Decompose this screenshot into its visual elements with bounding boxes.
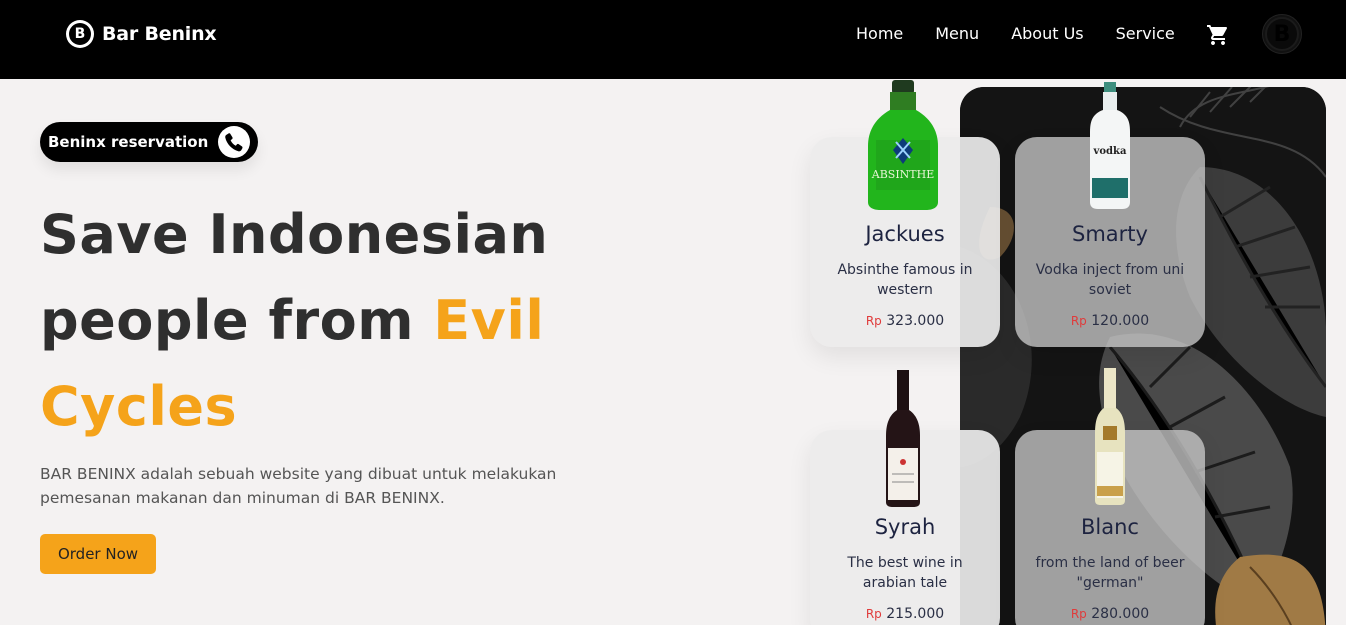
blanc-wine-bottle-image [1095, 368, 1125, 505]
svg-text:vodka: vodka [1093, 146, 1127, 157]
avatar-icon: B [1265, 17, 1299, 51]
cart-icon[interactable] [1206, 23, 1230, 47]
price-currency: Rp [1070, 314, 1087, 328]
hero-title-accent-evil: Evil [433, 289, 545, 352]
product-description: The best wine in arabian tale [847, 555, 963, 591]
price-currency: Rp [865, 607, 882, 621]
brand-name: Bar Beninx [102, 23, 217, 45]
order-now-button[interactable]: Order Now [40, 534, 156, 574]
hero-title-line-2: people from [40, 289, 434, 352]
product-name: Syrah [874, 515, 936, 539]
product-price: Rp 120.000 [1015, 313, 1205, 329]
price-value: 323.000 [886, 313, 945, 329]
price-value: 215.000 [886, 606, 945, 622]
nav-links: Home Menu About Us Service [856, 24, 1175, 43]
hero-title-accent-cycles: Cycles [40, 375, 238, 438]
product-price: Rp 280.000 [1015, 606, 1205, 622]
nav-link-menu[interactable]: Menu [935, 24, 979, 43]
avatar[interactable]: B [1262, 14, 1302, 54]
product-description: Absinthe famous in western [837, 262, 973, 298]
brand-logo-letter: B [69, 23, 91, 45]
navbar: B Bar Beninx Home Menu About Us Service … [0, 0, 1346, 79]
hero-title: Save Indonesian people from Evil Cycles [40, 192, 680, 450]
absinthe-bottle-image: ABSINTHE [868, 80, 938, 210]
product-price: Rp 323.000 [810, 313, 1000, 329]
avatar-letter: B [1273, 21, 1291, 47]
brand-logo-icon: B [66, 20, 94, 48]
product-description: from the land of beer "german" [1035, 555, 1185, 591]
hero-description: BAR BENINX adalah sebuah website yang di… [40, 465, 557, 507]
nav-link-home[interactable]: Home [856, 24, 903, 43]
price-value: 120.000 [1091, 313, 1150, 329]
nav-link-service[interactable]: Service [1116, 24, 1175, 43]
syrah-wine-bottle-image [886, 370, 920, 507]
reservation-badge[interactable]: Beninx reservation [40, 122, 259, 162]
svg-text:ABSINTHE: ABSINTHE [871, 168, 935, 181]
product-price: Rp 215.000 [810, 606, 1000, 622]
price-currency: Rp [1070, 607, 1087, 621]
price-currency: Rp [865, 314, 882, 328]
vodka-bottle-image: vodka [1090, 82, 1130, 209]
product-description: Vodka inject from uni soviet [1035, 262, 1185, 298]
hero-title-line-1: Save Indonesian [40, 203, 549, 266]
nav-link-about-us[interactable]: About Us [1011, 24, 1083, 43]
price-value: 280.000 [1091, 606, 1150, 622]
brand[interactable]: B Bar Beninx [66, 20, 217, 48]
phone-icon [218, 126, 251, 158]
reservation-label: Beninx reservation [48, 133, 209, 151]
product-name: Smarty [1072, 222, 1148, 246]
product-name: Blanc [1081, 515, 1139, 539]
product-name: Jackues [865, 222, 945, 246]
